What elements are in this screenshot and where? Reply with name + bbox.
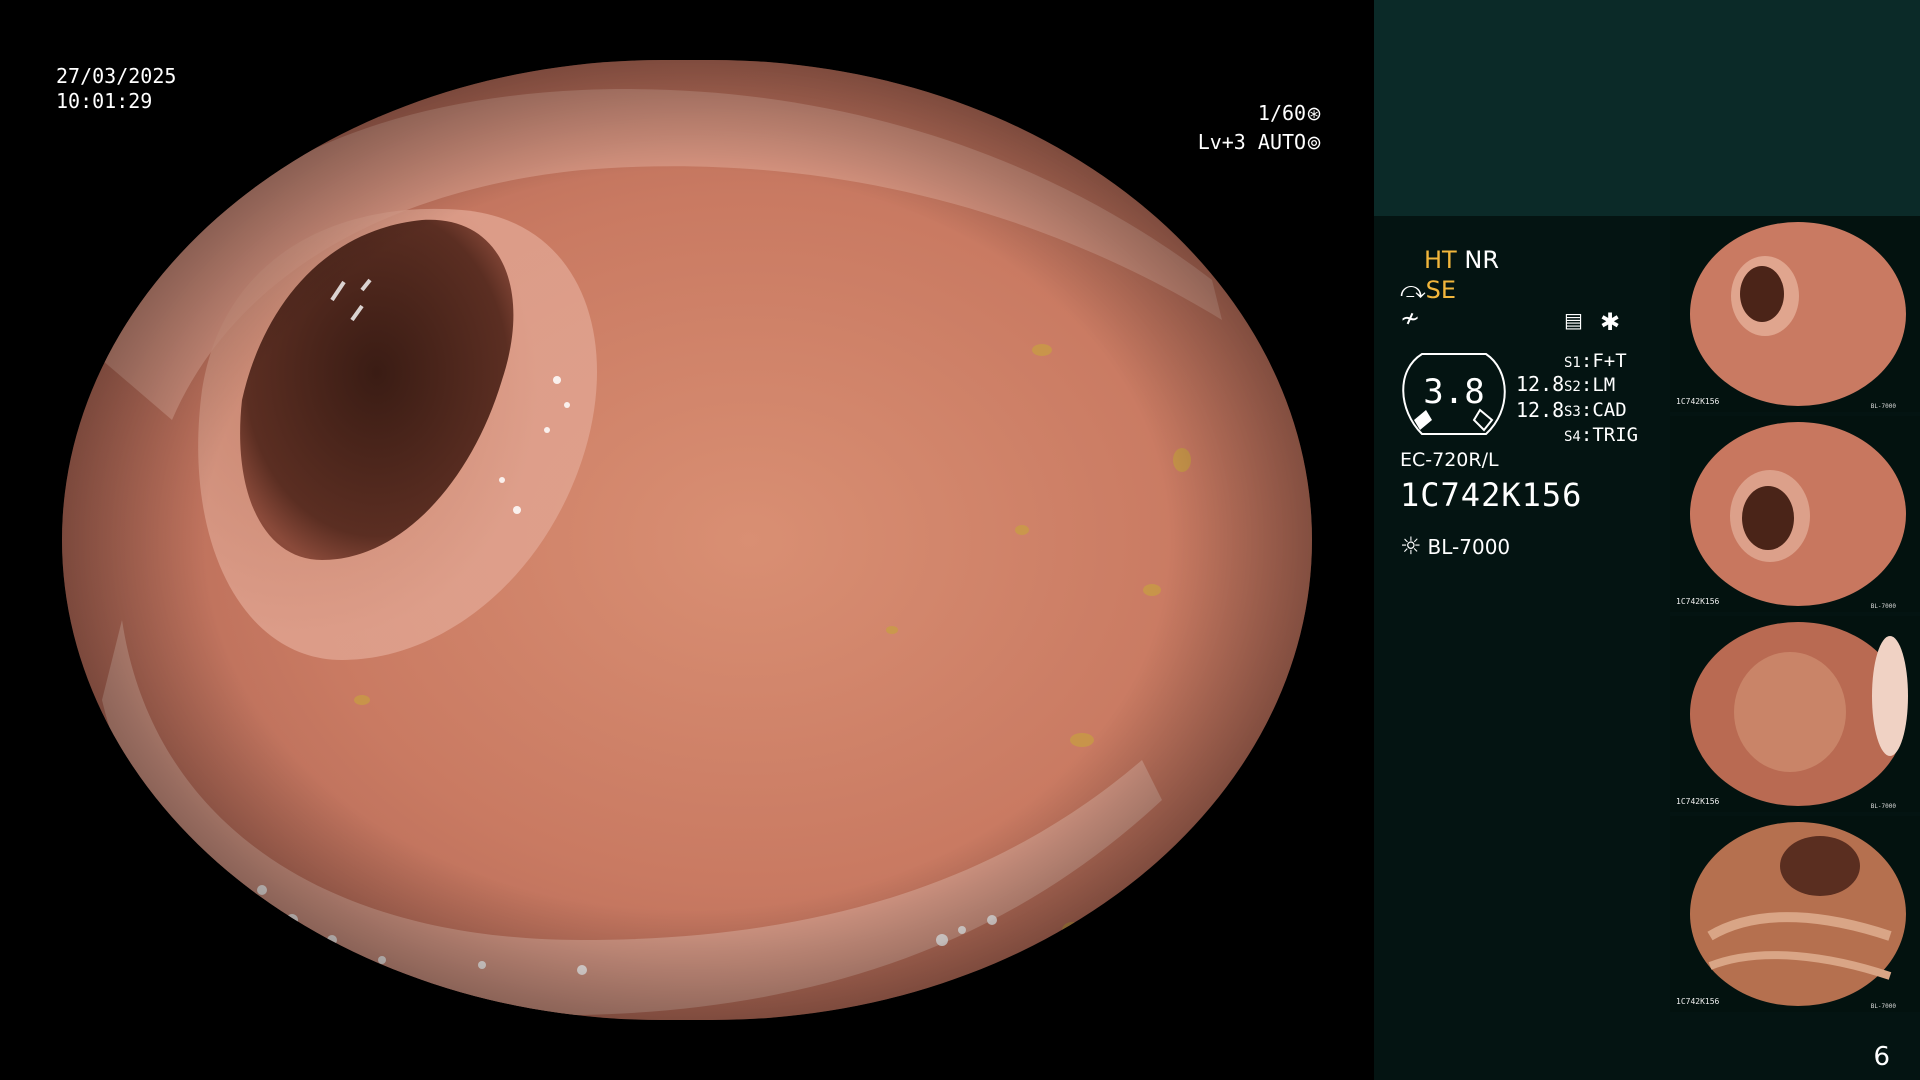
asterisk-icon: ✱: [1600, 308, 1621, 336]
page-number: 6: [1873, 1042, 1890, 1072]
gauge-line-2: 12.8: [1516, 398, 1565, 422]
zoom-value: 3.8: [1423, 372, 1485, 412]
thumb-serial: 1C742K156: [1676, 797, 1720, 806]
gauge-line-1: 12.8: [1516, 372, 1565, 396]
light-source-label: BL-7000: [1427, 535, 1511, 559]
thumb-light: BL-7000: [1870, 803, 1896, 810]
switch-s4: S4:TRIG: [1564, 424, 1639, 446]
thumb-serial: 1C742K156: [1676, 597, 1720, 606]
side-panel-header: [1374, 0, 1920, 216]
color-mode-icon: ≁: [1400, 304, 1421, 332]
light-source-row: ☼ BL-7000: [1400, 532, 1510, 560]
mode-label: AUTO: [1257, 130, 1307, 154]
capture-thumbnail-4[interactable]: 1C742K156 BL-7000: [1670, 816, 1920, 1012]
thumb-light: BL-7000: [1870, 603, 1896, 610]
se-row: ⤼SE: [1400, 276, 1456, 304]
capture-thumbnail-2[interactable]: 1C742K156 BL-7000: [1670, 416, 1920, 612]
colon-lumen-image: [62, 60, 1312, 1020]
thumb-light: BL-7000: [1870, 403, 1896, 410]
ht-nr-row: HT NR: [1424, 246, 1499, 274]
date-label: 27/03/2025: [56, 64, 177, 88]
settings-list-icon: ▤: [1564, 308, 1583, 332]
switch-s3: S3:CAD: [1564, 399, 1627, 421]
auto-iris-icon: ⊚: [1306, 132, 1322, 154]
thumb-light: BL-7000: [1870, 1003, 1896, 1010]
switch-s2: S2:LM: [1564, 374, 1616, 396]
time-label: 10:01:29: [56, 89, 153, 113]
nr-label: NR: [1464, 246, 1499, 274]
level-label: Lv+3: [1197, 130, 1246, 154]
endoscope-live-view: [62, 60, 1312, 1020]
se-label: SE: [1425, 276, 1457, 304]
ht-label: HT: [1424, 246, 1457, 274]
datetime-overlay: 27/03/2025 10:01:29: [56, 64, 176, 114]
scope-model-label: EC-720R/L: [1400, 449, 1499, 471]
capture-thumbnail-1[interactable]: 1C742K156 BL-7000: [1670, 216, 1920, 412]
switch-s1: S1:F+T: [1564, 350, 1627, 372]
side-panel: HT NR ⤼SE ≁ ▤ ✱ 3.8 12.8 12.8 S1:F+T S2:…: [1374, 216, 1920, 1080]
aperture-icon: ⊛: [1306, 103, 1322, 125]
exposure-overlay: 1/60⊛ Lv+3 AUTO⊚: [1198, 99, 1322, 157]
capture-thumbnail-3[interactable]: 1C742K156 BL-7000: [1670, 616, 1920, 812]
thumb-serial: 1C742K156: [1676, 997, 1720, 1006]
thumb-serial: 1C742K156: [1676, 397, 1720, 406]
light-source-icon: ☼: [1400, 532, 1422, 560]
scope-serial-label: 1C742K156: [1400, 476, 1583, 514]
shutter-label: 1/60: [1257, 101, 1307, 125]
structure-enhance-icon: ⤼: [1400, 276, 1426, 304]
